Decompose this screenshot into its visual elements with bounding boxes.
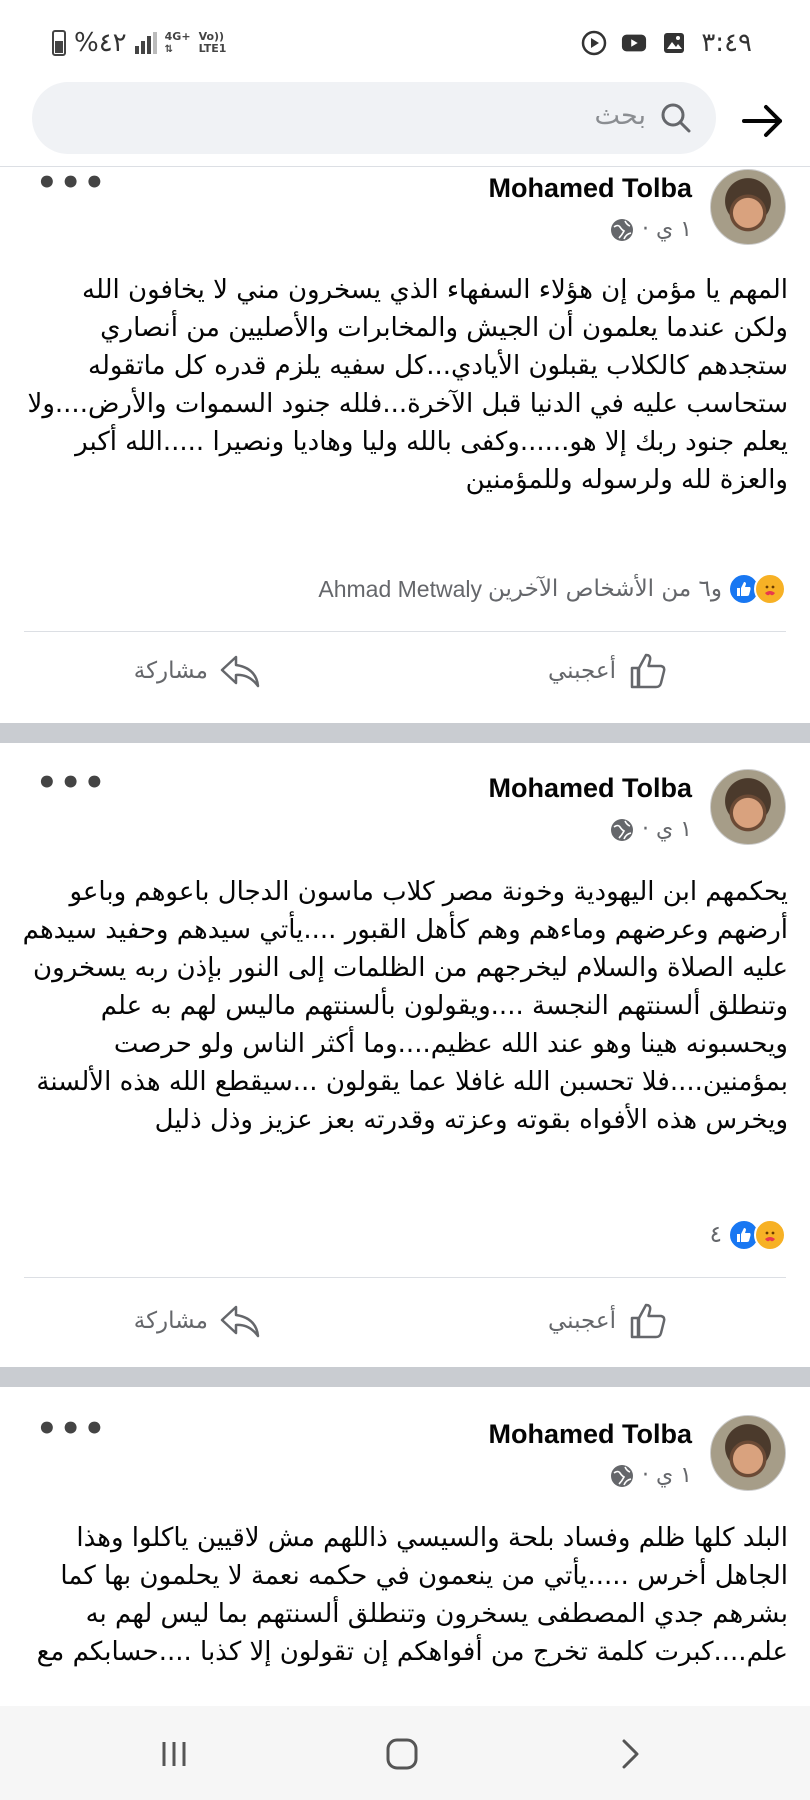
reaction-icons: [728, 573, 786, 605]
reactions-summary[interactable]: ٤: [710, 1219, 786, 1251]
more-dots-icon[interactable]: •••: [36, 166, 107, 200]
post-time[interactable]: ١ ي ·: [642, 1463, 692, 1488]
share-button[interactable]: مشاركة: [134, 649, 262, 693]
divider: [24, 1277, 786, 1278]
screen-record-icon: [581, 30, 607, 56]
signal-icon: [134, 32, 157, 54]
share-label: مشاركة: [133, 1308, 208, 1334]
system-nav-bar: [0, 1706, 810, 1800]
like-button[interactable]: أعجبني: [548, 649, 670, 693]
status-right: ٣:٤٩: [581, 28, 752, 58]
arrow-right-icon[interactable]: [738, 96, 788, 146]
share-arrow-icon: [220, 1305, 260, 1338]
volte-indicator: Vo)) LTE1: [198, 30, 227, 55]
post-meta: ١ ي ·: [610, 217, 692, 242]
thumbs-up-icon: [630, 1303, 666, 1339]
post-separator: [0, 723, 810, 743]
post-meta: ١ ي ·: [610, 817, 692, 842]
post-author[interactable]: Mohamed Tolba: [488, 773, 692, 804]
avatar[interactable]: [710, 769, 786, 845]
post-text: البلد كلها ظلم وفساد بلحة والسيسي ذاللهم…: [36, 1523, 788, 1667]
post-meta: ١ ي ·: [610, 1463, 692, 1488]
share-label: مشاركة: [133, 658, 208, 684]
post-text: المهم يا مؤمن إن هؤلاء السفهاء الذي يسخر…: [27, 275, 788, 495]
status-left: %٤٢ 4G+ ⇅ Vo)) LTE1: [52, 28, 226, 58]
clock: ٣:٤٩: [701, 28, 752, 58]
care-reaction-icon: [754, 573, 786, 605]
post-text: يحكمهم ابن اليهودية وخونة مصر كلاب ماسون…: [22, 877, 788, 1135]
post-author[interactable]: Mohamed Tolba: [488, 1419, 692, 1450]
search-icon: [658, 100, 694, 136]
reactions-others: و٦ من الأشخاص الآخرين: [488, 576, 722, 602]
care-reaction-icon: [754, 1219, 786, 1251]
youtube-icon: [621, 30, 647, 56]
post-separator: [0, 1367, 810, 1387]
post-card: Mohamed Tolba ١ ي · ••• البلد كلها ظلم و…: [0, 1387, 810, 1706]
search-input[interactable]: بحث: [32, 82, 716, 154]
post-card: Mohamed Tolba ١ ي · ••• المهم يا مؤمن إن…: [0, 166, 810, 723]
like-label: أعجبني: [547, 1308, 616, 1334]
globe-icon: [610, 818, 633, 841]
status-bar: %٤٢ 4G+ ⇅ Vo)) LTE1 ٣:٤٩: [0, 0, 810, 76]
search-placeholder: بحث: [594, 100, 646, 131]
share-button[interactable]: مشاركة: [134, 1299, 262, 1343]
reaction-icons: [728, 1219, 786, 1251]
gallery-icon: [661, 30, 687, 56]
recents-icon[interactable]: [152, 1732, 196, 1776]
home-icon[interactable]: [380, 1732, 424, 1776]
back-chevron-icon[interactable]: [608, 1732, 652, 1776]
reactions-name: Ahmad Metwaly: [318, 575, 482, 602]
more-dots-icon[interactable]: •••: [36, 766, 107, 800]
post-time[interactable]: ١ ي ·: [642, 217, 692, 242]
globe-icon: [610, 1464, 633, 1487]
post-author[interactable]: Mohamed Tolba: [488, 173, 692, 204]
share-arrow-icon: [220, 655, 260, 688]
network-type: 4G+ ⇅: [164, 29, 191, 55]
reactions-count: ٤: [709, 1222, 722, 1248]
avatar[interactable]: [710, 1415, 786, 1491]
search-header: بحث: [0, 82, 810, 162]
like-button[interactable]: أعجبني: [548, 1299, 670, 1343]
post-card: Mohamed Tolba ١ ي · ••• يحكمهم ابن اليهو…: [0, 743, 810, 1367]
like-label: أعجبني: [547, 658, 616, 684]
battery-icon: [52, 30, 66, 56]
divider: [24, 631, 786, 632]
post-time[interactable]: ١ ي ·: [642, 817, 692, 842]
thumbs-up-icon: [630, 653, 666, 689]
avatar[interactable]: [710, 169, 786, 245]
globe-icon: [610, 218, 633, 241]
more-dots-icon[interactable]: •••: [36, 1412, 107, 1446]
reactions-summary[interactable]: و٦ من الأشخاص الآخرين Ahmad Metwaly: [318, 573, 786, 605]
battery-percent: %٤٢: [74, 28, 127, 58]
